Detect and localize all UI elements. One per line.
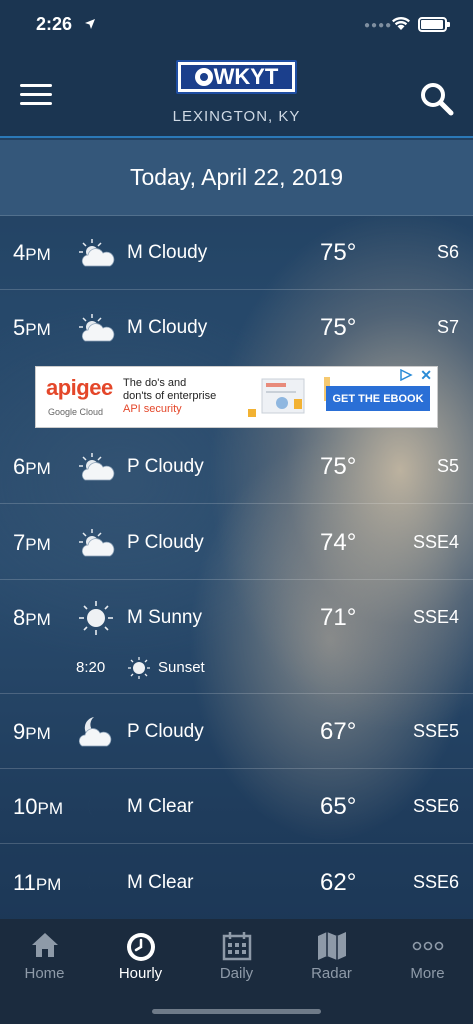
- cbs-eye-icon: [194, 68, 213, 86]
- condition-label: P Cloudy: [127, 456, 204, 477]
- sunny-icon: [79, 601, 113, 635]
- hourly-row-9pm[interactable]: 9PM P Cloudy 67° SSE5: [0, 694, 473, 769]
- wind: S7: [436, 317, 459, 337]
- tab-home[interactable]: Home: [0, 927, 92, 985]
- status-time: 2:26: [36, 14, 73, 34]
- ad-cta-button[interactable]: GET THE EBOOK: [326, 386, 430, 411]
- tab-label: Home: [24, 965, 65, 982]
- home-indicator[interactable]: [152, 1009, 321, 1014]
- location-label: LEXINGTON, KY: [172, 108, 301, 125]
- condition-label: M Sunny: [127, 607, 202, 628]
- location-arrow-icon: [85, 19, 95, 29]
- condition-label: M Clear: [127, 872, 194, 893]
- ad-brand: apigee: [46, 375, 113, 400]
- temperature: 67°: [320, 718, 357, 745]
- partly-cloudy-night-icon: [78, 717, 112, 747]
- hour-label: 5: [13, 315, 26, 340]
- date-label: Today, April 22, 2019: [129, 164, 344, 190]
- ad-banner[interactable]: apigee Google Cloud The do's and don'ts …: [35, 366, 438, 428]
- hourly-row-11pm[interactable]: 11PM M Clear 62° SSE6: [0, 845, 473, 920]
- condition-label: M Cloudy: [127, 242, 208, 263]
- ad-copy: The do's and don'ts of enterprise API se…: [123, 377, 217, 415]
- temperature: 71°: [320, 604, 357, 631]
- wind: S6: [436, 242, 459, 262]
- temperature: 75°: [320, 314, 357, 341]
- hour-label: 11: [13, 870, 36, 895]
- tab-label: Radar: [311, 965, 352, 982]
- tab-label: More: [410, 965, 445, 982]
- temperature: 75°: [320, 239, 357, 266]
- ad-sub: Google Cloud: [48, 407, 104, 417]
- logo-text: WKYT: [213, 64, 279, 89]
- hourly-row-7pm[interactable]: 7PM P Cloudy 74° SSE4: [0, 505, 473, 580]
- hourly-row-5pm[interactable]: 5PM M Cloudy 75° S7: [0, 290, 473, 365]
- search-icon: [421, 83, 454, 116]
- home-icon: [31, 933, 58, 957]
- temperature: 74°: [320, 529, 357, 556]
- ad-choices-icon[interactable]: [399, 369, 413, 381]
- hour-label: 9: [13, 719, 26, 744]
- hour-label: 7: [13, 530, 26, 555]
- hour-label: 10: [13, 794, 38, 819]
- hourly-row-8pm[interactable]: 8PM M Sunny 71° SSE4: [0, 580, 473, 655]
- wind: SSE4: [412, 607, 459, 627]
- status-bar: 2:26 ●●●●: [0, 0, 473, 48]
- condition-label: P Cloudy: [127, 721, 204, 742]
- clock-icon: [126, 933, 155, 961]
- menu-button[interactable]: [20, 84, 52, 106]
- wind: SSE6: [412, 796, 459, 816]
- battery-icon: [418, 17, 450, 32]
- partly-cloudy-day-icon: [79, 239, 115, 267]
- hour-label: 8: [13, 605, 26, 630]
- app-header: WKYT LEXINGTON, KY: [0, 48, 473, 138]
- sunset-time: 8:20: [76, 659, 106, 676]
- map-icon: [317, 932, 346, 960]
- tab-label: Hourly: [118, 965, 163, 982]
- tab-hourly[interactable]: Hourly: [93, 927, 188, 985]
- calendar-icon: [222, 932, 251, 961]
- hour-label: 4: [13, 240, 26, 265]
- tab-radar[interactable]: Radar: [284, 927, 379, 985]
- hourly-row-6pm[interactable]: 6PM P Cloudy 75° S5: [0, 429, 473, 504]
- hour-label: 6: [13, 454, 26, 479]
- tab-label: Daily: [219, 965, 254, 982]
- wifi-icon: [392, 16, 410, 30]
- partly-cloudy-day-icon: [79, 529, 115, 557]
- condition-label: M Cloudy: [127, 317, 208, 338]
- sunset-label: Sunset: [158, 659, 205, 676]
- more-icon: [412, 941, 443, 951]
- tab-daily[interactable]: Daily: [189, 927, 284, 985]
- temperature: 65°: [320, 793, 357, 820]
- signal-icon: ●●●●: [364, 20, 393, 31]
- partly-cloudy-day-icon: [79, 453, 115, 481]
- sunset-icon: [128, 657, 150, 679]
- partly-cloudy-day-icon: [79, 314, 115, 342]
- sunset-row: 8:20 Sunset: [0, 646, 473, 694]
- condition-label: P Cloudy: [127, 532, 204, 553]
- condition-label: M Clear: [127, 796, 194, 817]
- hourly-row-10pm[interactable]: 10PM M Clear 65° SSE6: [0, 769, 473, 844]
- tab-more[interactable]: More: [380, 927, 473, 985]
- temperature: 62°: [320, 869, 357, 896]
- moon-icon: [88, 869, 106, 896]
- wind: SSE5: [412, 721, 459, 741]
- search-button[interactable]: [420, 82, 454, 121]
- wind: SSE4: [412, 532, 459, 552]
- hamburger-menu-icon: [20, 84, 52, 87]
- wind: SSE6: [412, 872, 459, 892]
- station-logo: WKYT: [176, 60, 297, 94]
- close-icon[interactable]: ✕: [420, 367, 432, 384]
- wind: S5: [436, 456, 459, 476]
- hourly-row-4pm[interactable]: 4PM M Cloudy 75° S6: [0, 215, 473, 290]
- date-header: Today, April 22, 2019: [0, 140, 473, 216]
- temperature: 75°: [320, 453, 357, 480]
- moon-icon: [88, 793, 106, 820]
